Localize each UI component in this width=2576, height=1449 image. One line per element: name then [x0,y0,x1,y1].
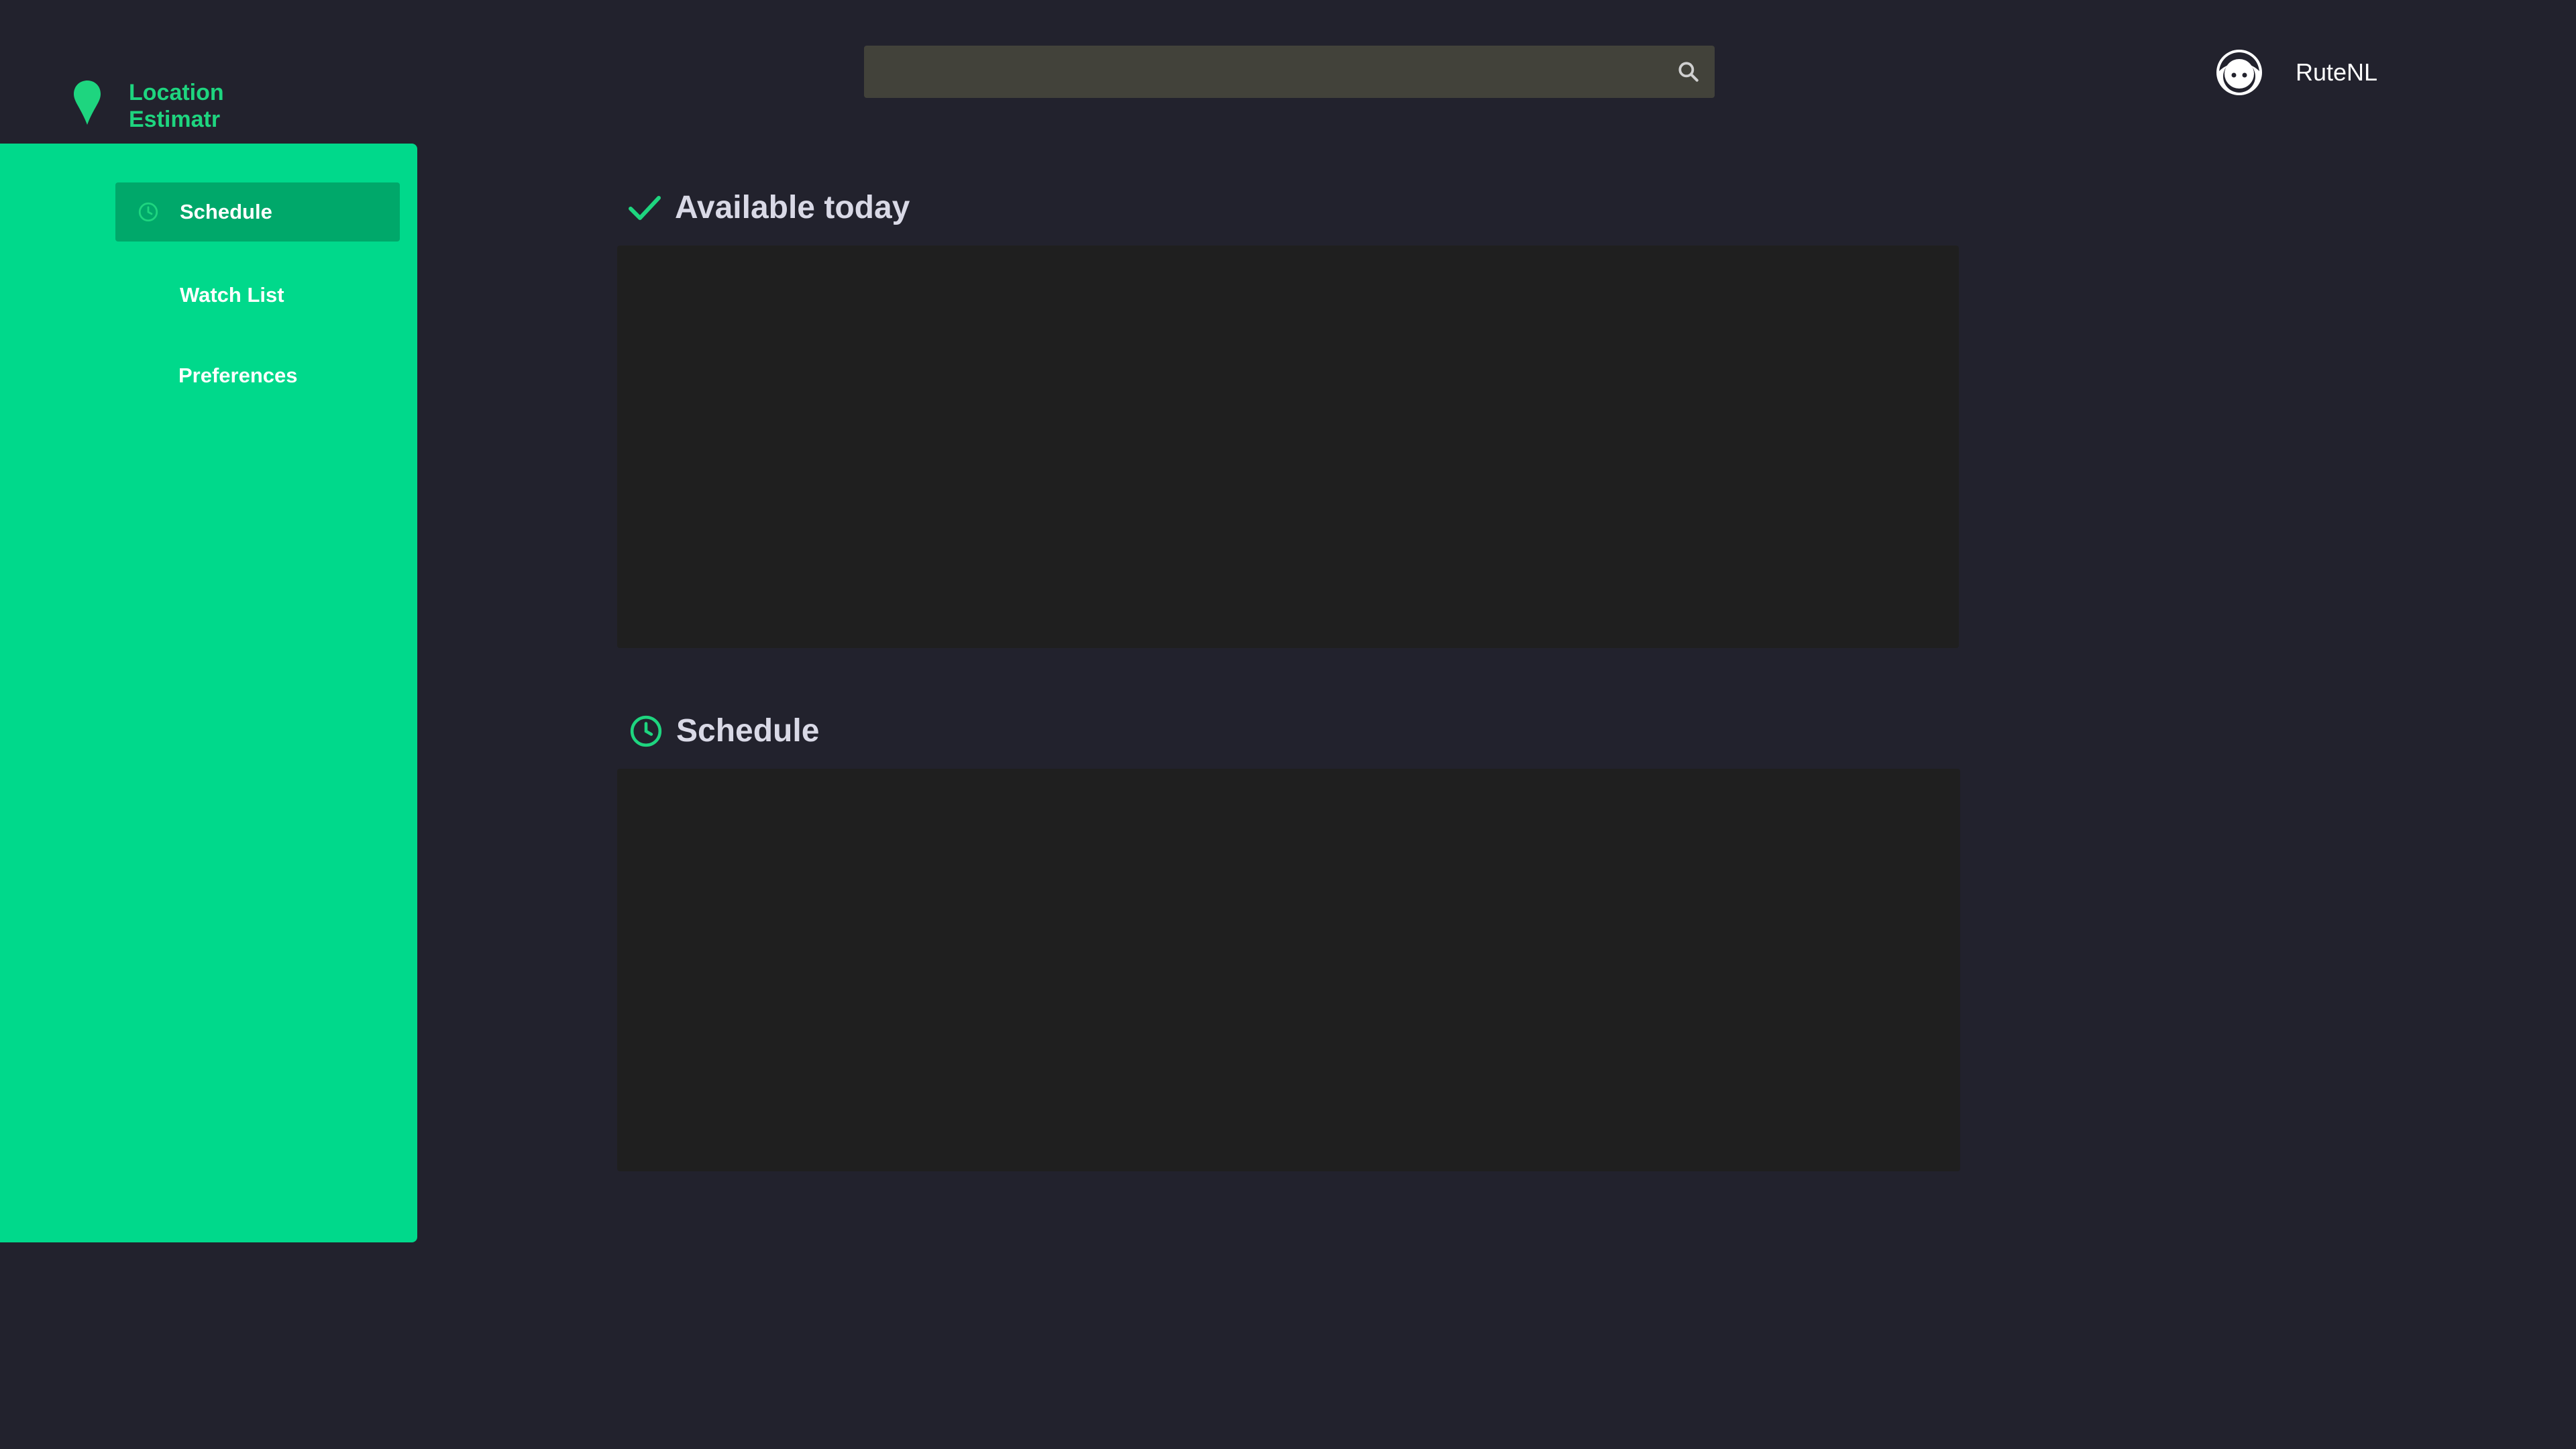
search-icon[interactable] [1676,59,1701,85]
schedule-heading: Schedule [629,712,819,749]
checkmark-icon [629,195,661,220]
available-today-heading: Available today [628,189,910,226]
section-title: Schedule [676,713,820,749]
sidebar: Schedule Watch List Preferences [0,144,417,1242]
sidebar-item-label: Preferences [178,364,298,387]
app-name: Location Estimatr [129,80,224,132]
search-bar [864,46,1715,98]
user-menu[interactable]: RuteNL [2215,48,2377,97]
available-today-panel [617,246,1959,648]
face-avatar-icon[interactable] [2215,48,2263,97]
clock-icon [630,715,662,747]
username: RuteNL [2296,58,2378,86]
sidebar-item-watch-list[interactable]: Watch List [115,266,400,325]
clock-icon [138,202,158,222]
app-logo[interactable]: Location Estimatr [72,79,224,132]
sidebar-item-schedule[interactable]: Schedule [115,182,400,241]
schedule-panel [617,769,1960,1171]
sidebar-item-preferences[interactable]: Preferences [115,346,400,405]
section-title: Available today [675,190,910,225]
search-input[interactable] [864,46,1656,98]
sidebar-item-label: Schedule [180,200,272,223]
sidebar-item-label: Watch List [180,283,284,307]
map-pin-icon [74,80,101,125]
